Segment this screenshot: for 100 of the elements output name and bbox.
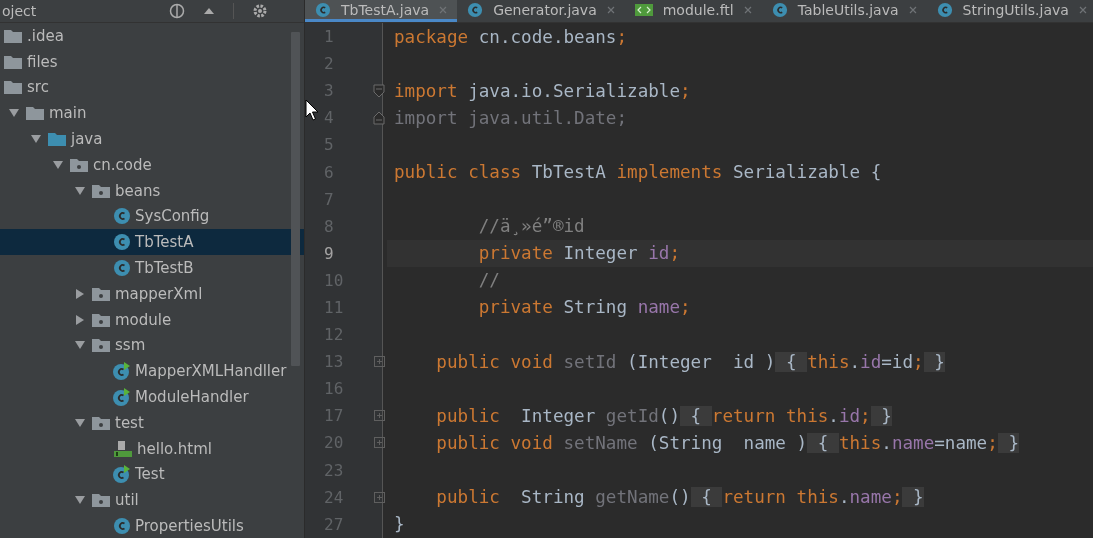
editor-tab[interactable]: module.ftl — [624, 0, 762, 22]
expanded-arrow-icon[interactable] — [53, 159, 63, 170]
runnable-class-icon — [113, 362, 131, 381]
tree-item-label: main — [49, 104, 87, 123]
tree-item-label: TbTestB — [135, 259, 194, 278]
tree-item[interactable]: files — [0, 48, 304, 75]
tree-item[interactable]: mapperXml — [0, 280, 304, 307]
tree-item[interactable]: main — [0, 100, 304, 127]
package-icon — [91, 311, 111, 328]
editor-tab[interactable]: TbTestA.java — [305, 0, 458, 22]
tree-item[interactable]: beans — [0, 177, 304, 204]
tree-item[interactable]: MapperXMLHandller — [0, 358, 304, 385]
tree-item[interactable]: TbTestA — [0, 229, 304, 256]
target-icon[interactable] — [169, 3, 185, 19]
tree-item-label: util — [115, 491, 139, 510]
tree-item-label: TbTestA — [135, 233, 194, 252]
tree-item[interactable]: java — [0, 126, 304, 152]
tree-item[interactable]: Test — [0, 461, 304, 488]
code-line: public String getName() { return this.name; } — [435, 486, 924, 510]
code-line: public class TbTestA implements Serializable { — [393, 161, 882, 184]
tree-item[interactable]: ModuleHandler — [0, 384, 304, 410]
tree-item[interactable]: PropertiesUtils — [0, 513, 304, 538]
expanded-arrow-icon[interactable] — [31, 134, 41, 145]
expanded-arrow-icon[interactable] — [75, 185, 85, 196]
tree-item[interactable]: src — [0, 74, 304, 101]
package-icon — [91, 337, 111, 354]
tree-item-label: hello.html — [137, 439, 212, 458]
code-line: //ä¸»é”®id — [477, 215, 585, 239]
code-line: package cn.code.beans; — [393, 25, 628, 49]
tree-item-label: .idea — [27, 26, 64, 45]
html-file-icon — [113, 439, 133, 458]
template-file-icon — [634, 3, 653, 16]
code-line: public void setId (Integer id ) { this.id=id; } — [435, 350, 945, 374]
tree-item-label: files — [27, 52, 58, 71]
tree-item-label: MapperXMLHandller — [135, 362, 287, 381]
close-icon[interactable] — [908, 5, 917, 14]
tree-item[interactable]: TbTestB — [0, 255, 304, 281]
panel-title: oject — [1, 3, 37, 19]
folder-icon — [3, 27, 23, 44]
tree-item[interactable]: .idea — [0, 23, 304, 49]
folder-icon — [25, 105, 45, 122]
code-line: import java.util.Date; — [393, 106, 628, 130]
tree-item-label: ModuleHandler — [135, 388, 249, 407]
runnable-class-icon — [113, 465, 131, 484]
tree-item-label: Test — [135, 465, 165, 484]
editor-tab[interactable]: TableUtils.java — [761, 0, 927, 22]
tree-item[interactable]: hello.html — [0, 435, 304, 462]
tree-item-label: PropertiesUtils — [135, 517, 244, 536]
tree-item-label: ssm — [115, 336, 146, 355]
close-icon[interactable] — [606, 5, 615, 14]
close-icon[interactable] — [1078, 5, 1087, 14]
class-icon — [113, 259, 131, 278]
collapsed-arrow-icon[interactable] — [75, 314, 85, 325]
code-line: import java.io.Serializable; — [393, 79, 691, 103]
tree-item[interactable]: module — [0, 306, 304, 333]
package-icon — [69, 156, 89, 173]
line-number: 9 — [324, 243, 334, 263]
package-icon — [91, 492, 111, 509]
tree-item-label: java — [71, 130, 103, 149]
class-icon — [315, 1, 331, 18]
tree-item[interactable]: SysConfig — [0, 203, 304, 230]
runnable-class-icon — [113, 388, 131, 407]
tree-item-label: test — [115, 413, 144, 432]
tree-item-label: src — [27, 78, 49, 97]
class-icon — [113, 233, 131, 252]
tree-item-label: beans — [115, 181, 161, 200]
settings-icon[interactable] — [252, 3, 268, 19]
tree-item-label: module — [115, 310, 172, 329]
fold-marker-icon[interactable] — [373, 83, 385, 98]
expand-fold-icon[interactable] — [373, 491, 385, 503]
folder-icon — [3, 79, 23, 96]
code-line: // — [477, 269, 500, 293]
fold-marker-icon[interactable] — [373, 110, 385, 125]
expand-fold-icon[interactable] — [373, 437, 385, 449]
tree-item-label: mapperXml — [115, 284, 203, 303]
editor-tab[interactable]: StringUtils.java — [926, 0, 1093, 22]
tree-item[interactable]: util — [0, 487, 304, 514]
expanded-arrow-icon[interactable] — [75, 495, 85, 506]
code-line: public void setName (String name ) { this.name=name; } — [435, 431, 1019, 455]
expand-fold-icon[interactable] — [373, 410, 385, 422]
tree-item[interactable]: ssm — [0, 332, 304, 359]
editor-tab[interactable]: Generator.java — [457, 0, 625, 22]
code-line: } — [393, 513, 405, 537]
expanded-arrow-icon[interactable] — [75, 340, 85, 351]
scrollbar[interactable] — [291, 32, 300, 366]
package-icon — [91, 414, 111, 431]
tree-item[interactable]: cn.code — [0, 152, 304, 178]
code-line: public Integer getId() { return this.id; } — [435, 404, 892, 428]
tree-item-label: cn.code — [93, 155, 152, 174]
expand-fold-icon[interactable] — [373, 356, 385, 368]
class-icon — [113, 207, 131, 226]
close-icon[interactable] — [743, 5, 752, 14]
expanded-arrow-icon[interactable] — [75, 417, 85, 428]
collapsed-arrow-icon[interactable] — [75, 288, 85, 299]
collapse-icon[interactable] — [203, 6, 215, 16]
code-line: private String name; — [477, 296, 691, 320]
expanded-arrow-icon[interactable] — [9, 108, 19, 119]
tree-item[interactable]: test — [0, 409, 304, 436]
package-icon — [91, 285, 111, 302]
package-icon — [91, 182, 111, 199]
